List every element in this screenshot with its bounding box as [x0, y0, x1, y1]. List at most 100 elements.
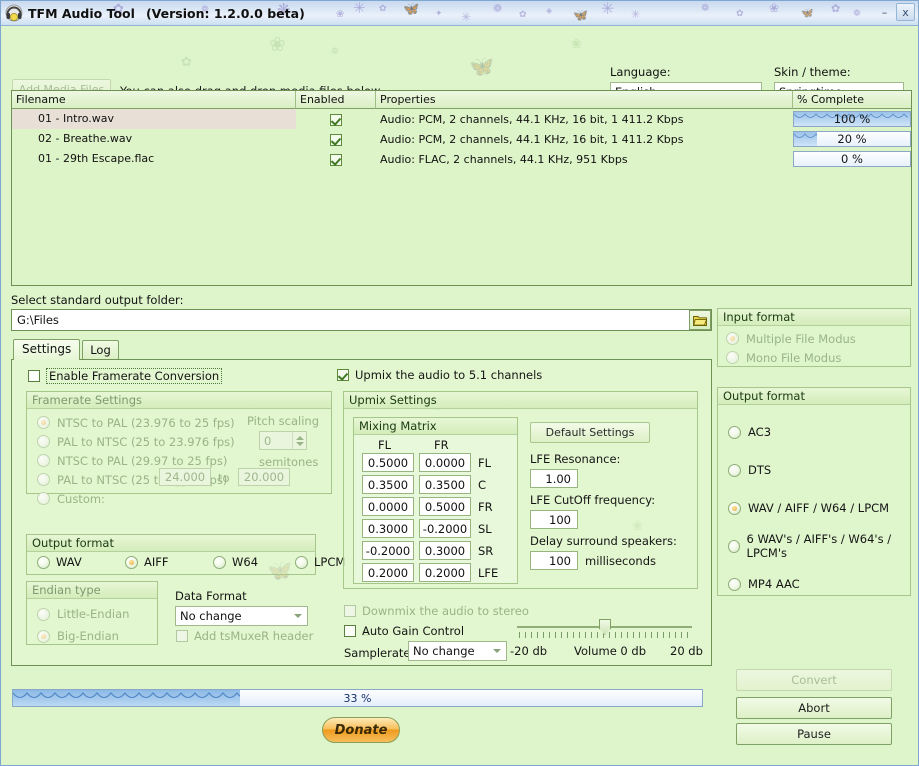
folder-open-icon[interactable]	[689, 310, 711, 330]
lfe-resonance-input[interactable]: 1.00	[530, 469, 578, 488]
matrix-input-fl-lfe[interactable]: 0.2000	[362, 563, 414, 582]
input-format-option-mono-file-modus[interactable]: Mono File Modus	[718, 348, 910, 367]
endian-option-big-endian[interactable]: Big-Endian	[27, 625, 157, 647]
chevron-down-icon	[294, 614, 302, 618]
radio-button-icon	[295, 555, 308, 569]
file-properties-cell: Audio: PCM, 2 channels, 44.1 KHz, 16 bit…	[380, 132, 684, 146]
butterfly-decor-icon: 🦋	[801, 8, 814, 19]
matrix-value: 0.5000	[424, 499, 466, 514]
file-enabled-cell[interactable]	[296, 113, 376, 126]
framerate-settings-group: Framerate Settings NTSC to PAL (23.976 t…	[26, 391, 332, 506]
add-tsmuxer-header-checkbox[interactable]: Add tsMuxeR header	[176, 629, 313, 643]
lfe-cutoff-input[interactable]: 100	[530, 510, 578, 529]
delay-surround-unit: milliseconds	[585, 554, 656, 568]
file-enabled-cell[interactable]	[296, 153, 376, 166]
title-bar: ✿ ❁ ❋ ❀ ✳ ✿ 🦋 ✦ ✳ ❁ ✿ ◈ 🦋 ✳ ✳ ❁ ✿ ❀ 🦋 ✿ …	[1, 1, 918, 26]
matrix-input-fl-fr[interactable]: 0.0000	[362, 497, 414, 516]
input-format-option-label: Multiple File Modus	[746, 331, 856, 346]
matrix-input-fl-fl[interactable]: 0.5000	[362, 453, 414, 472]
delay-surround-input[interactable]: 100	[530, 551, 578, 570]
output-format-option-label: AC3	[748, 425, 772, 439]
abort-button[interactable]: Abort	[736, 697, 892, 719]
output-format-option-6-wav-s-aiff-s-w64-s-lpcm-s[interactable]: 6 WAV's / AIFF's / W64's / LPCM's	[718, 527, 910, 565]
mixing-matrix-row: 0.3500 0.3500 C	[354, 474, 517, 496]
matrix-value: 0.2000	[424, 565, 466, 580]
tab-settings[interactable]: Settings	[13, 339, 81, 360]
column-header-percent-complete[interactable]: % Complete	[793, 91, 911, 109]
local-output-format-w64[interactable]: W64	[213, 555, 258, 569]
output-format-option-mp4-aac[interactable]: MP4 AAC	[718, 565, 910, 603]
matrix-input-fl-sr[interactable]: -0.2000	[362, 541, 414, 560]
output-format-option-label: 6 WAV's / AIFF's / W64's / LPCM's	[746, 532, 892, 560]
file-name-cell: 01 - 29th Escape.flac	[38, 152, 155, 165]
column-header-filename[interactable]: Filename	[12, 91, 296, 109]
mixing-matrix-group: Mixing Matrix FL FR 0.5000 0.0000 FL 0.3500…	[353, 417, 518, 584]
custom-framerate-from-input[interactable]: 24.000	[159, 468, 211, 486]
default-settings-button[interactable]: Default Settings	[530, 422, 650, 443]
convert-button[interactable]: Convert	[736, 669, 892, 691]
matrix-row-label: LFE	[478, 566, 499, 580]
endian-option-label: Little-Endian	[57, 607, 130, 621]
downmix-stereo-checkbox[interactable]: Downmix the audio to stereo	[344, 604, 529, 618]
radio-button-icon	[728, 501, 741, 515]
pitch-scaling-stepper[interactable]: 0	[259, 431, 307, 450]
local-output-format-wav[interactable]: WAV	[37, 555, 82, 569]
data-format-select[interactable]: No change	[175, 606, 308, 626]
output-folder-path-value: G:\Files	[17, 313, 59, 327]
mixing-matrix-row: 0.3000 -0.2000 SL	[354, 518, 517, 540]
table-row[interactable]: 02 - Breathe.wav Audio: PCM, 2 channels, …	[12, 129, 911, 149]
matrix-input-fr-c[interactable]: 0.3500	[419, 475, 471, 494]
column-header-enabled[interactable]: Enabled	[296, 91, 376, 109]
custom-framerate-to-input[interactable]: 20.000	[238, 468, 290, 486]
enable-framerate-conversion-checkbox[interactable]: Enable Framerate Conversion	[28, 368, 223, 384]
matrix-row-label: C	[478, 478, 487, 492]
output-format-option-wav-aiff-w64-lpcm[interactable]: WAV / AIFF / W64 / LPCM	[718, 489, 910, 527]
matrix-value: 0.3000	[367, 521, 409, 536]
pause-button[interactable]: Pause	[736, 723, 892, 745]
local-output-format-lpcm[interactable]: LPCM	[295, 555, 345, 569]
app-window: ✿ ❁ ❋ ❀ ✳ ✿ 🦋 ✦ ✳ ❁ ✿ ◈ 🦋 ✳ ✳ ❁ ✿ ❀ 🦋 ✿ …	[0, 0, 919, 766]
file-enabled-cell[interactable]	[296, 133, 376, 146]
auto-gain-control-checkbox[interactable]: Auto Gain Control	[344, 624, 464, 638]
close-button[interactable]: x	[896, 3, 915, 21]
upmix-settings-group: Upmix Settings Mixing Matrix FL FR 0.500…	[343, 391, 698, 589]
matrix-input-fl-sl[interactable]: 0.3000	[362, 519, 414, 538]
star-decor-icon: ✦	[435, 9, 443, 19]
file-progress-bar: 100 %	[793, 111, 911, 127]
matrix-input-fr-fr[interactable]: 0.5000	[419, 497, 471, 516]
output-format-option-ac3[interactable]: AC3	[718, 413, 910, 451]
matrix-input-fr-sl[interactable]: -0.2000	[419, 519, 471, 538]
framerate-option-custom[interactable]: Custom:	[27, 489, 331, 508]
stepper-arrows-icon[interactable]	[292, 432, 306, 449]
custom-framerate-from-value: 24.000	[164, 470, 206, 484]
minimize-button[interactable]: –	[875, 3, 894, 21]
butterfly-watermark-icon: 🦋	[469, 54, 494, 78]
input-format-option-multiple-file-modus[interactable]: Multiple File Modus	[718, 329, 910, 348]
local-output-format-label: LPCM	[314, 555, 346, 569]
progress-label: 33 %	[343, 691, 372, 705]
file-list-header: Filename Enabled Properties % Complete	[12, 91, 911, 109]
matrix-input-fl-c[interactable]: 0.3500	[362, 475, 414, 494]
matrix-input-fr-sr[interactable]: 0.3000	[419, 541, 471, 560]
matrix-row-label: FL	[478, 456, 492, 470]
upmix-51-checkbox[interactable]: Upmix the audio to 5.1 channels	[337, 368, 542, 382]
tab-log[interactable]: Log	[82, 340, 119, 359]
radio-button-icon	[37, 629, 50, 643]
table-row[interactable]: 01 - Intro.wav Audio: PCM, 2 channels, 44…	[12, 109, 911, 129]
output-folder-path-input[interactable]: G:\Files	[11, 309, 712, 331]
local-output-format-aiff[interactable]: AIFF	[125, 555, 169, 569]
input-format-title: Input format	[718, 309, 910, 326]
delay-surround-value: 100	[549, 553, 571, 568]
matrix-input-fr-fl[interactable]: 0.0000	[419, 453, 471, 472]
matrix-input-fr-lfe[interactable]: 0.2000	[419, 563, 471, 582]
samplerate-select[interactable]: No change	[408, 641, 507, 661]
donate-button[interactable]: Donate	[322, 717, 400, 743]
endian-option-little-endian[interactable]: Little-Endian	[27, 603, 157, 625]
table-row[interactable]: 01 - 29th Escape.flac Audio: FLAC, 2 chan…	[12, 149, 911, 169]
column-header-properties[interactable]: Properties	[376, 91, 793, 109]
radio-button-icon	[37, 555, 50, 569]
output-format-option-dts[interactable]: DTS	[718, 451, 910, 489]
media-file-list[interactable]: Filename Enabled Properties % Complete 0…	[11, 90, 912, 286]
radio-button-icon	[213, 555, 226, 569]
file-percent-cell: 100 %	[793, 111, 911, 127]
